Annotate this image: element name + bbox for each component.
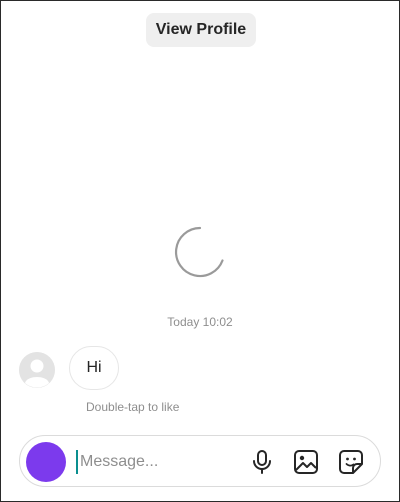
message-text: Hi <box>86 359 102 376</box>
contact-avatar[interactable] <box>19 352 55 388</box>
sticker-button[interactable] <box>338 449 364 475</box>
microphone-button[interactable] <box>249 449 275 475</box>
view-profile-button[interactable]: View Profile <box>146 13 256 47</box>
message-composer <box>19 435 381 487</box>
sticker-icon <box>339 450 363 474</box>
text-cursor <box>76 450 78 474</box>
camera-avatar-button[interactable] <box>26 442 66 482</box>
message-bubble[interactable]: Hi <box>69 346 119 390</box>
loading-spinner-icon <box>175 226 224 278</box>
default-avatar-icon <box>19 352 55 388</box>
message-input[interactable] <box>80 448 240 476</box>
message-timestamp: Today 10:02 <box>167 315 233 329</box>
microphone-icon <box>253 450 271 474</box>
gallery-icon <box>294 450 318 474</box>
direct-message-screen: View Profile Today 10:02 Hi Double-tap t… <box>0 0 400 502</box>
double-tap-hint: Double-tap to like <box>86 400 180 414</box>
gallery-button[interactable] <box>293 449 319 475</box>
